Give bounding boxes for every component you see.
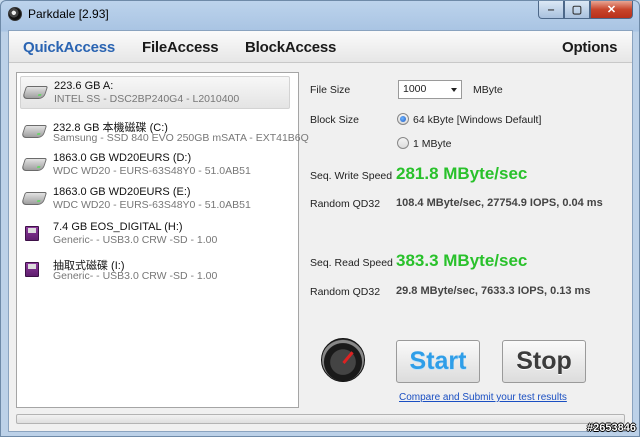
hdd-icon [20,158,48,171]
tab-blockaccess[interactable]: BlockAccess [245,39,336,56]
drive-item[interactable]: 抽取式磁碟 (I:) Generic- - USB3.0 CRW -SD - 1… [20,254,290,287]
drive-item[interactable]: 7.4 GB EOS_DIGITAL (H:) Generic- - USB3.… [20,218,290,251]
block-64k-radio[interactable] [397,113,409,125]
write-speed-label: Seq. Write Speed [310,170,393,182]
file-size-value: 1000 [403,83,427,95]
stop-button[interactable]: Stop [502,340,586,383]
app-logo-icon [8,7,22,21]
drive-name: 1863.0 GB WD20EURS (E:) [53,186,191,198]
drive-item[interactable]: 232.8 GB 本機磁碟 (C:) Samsung - SSD 840 EVO… [20,116,309,149]
usb-icon [25,262,39,277]
read-speed-value: 383.3 MByte/sec [396,251,528,270]
chevron-down-icon [451,88,457,92]
compare-results-link[interactable]: Compare and Submit your test results [399,392,567,403]
drive-name: 1863.0 GB WD20EURS (D:) [53,152,192,164]
app-window: Parkdale [2.93] ‒ ▢ ✕ QuickAccess FileAc… [0,0,640,437]
random-qd32-write-label: Random QD32 [310,198,381,210]
random-qd32-read-label: Random QD32 [310,286,381,298]
random-qd32-read-value: 29.8 MByte/sec, 7633.3 IOPS, 0.13 ms [396,285,591,297]
progress-bar [16,414,625,424]
hdd-icon [21,86,49,99]
block-64k-label[interactable]: 64 kByte [Windows Default] [413,114,541,126]
drive-detail: Generic- - USB3.0 CRW -SD - 1.00 [53,270,218,282]
drive-item[interactable]: 1863.0 GB WD20EURS (D:) WDC WD20 - EURS-… [20,149,290,182]
random-qd32-write-value: 108.4 MByte/sec, 27754.9 IOPS, 0.04 ms [396,197,603,209]
maximize-button[interactable]: ▢ [564,1,590,19]
close-button[interactable]: ✕ [590,1,633,19]
tab-fileaccess[interactable]: FileAccess [142,39,219,56]
drive-detail: Generic- - USB3.0 CRW -SD - 1.00 [53,234,218,246]
block-size-label: Block Size [310,114,360,126]
file-size-label: File Size [310,84,351,96]
block-1m-label[interactable]: 1 MByte [413,138,452,150]
block-1m-radio[interactable] [397,137,409,149]
drive-name: 7.4 GB EOS_DIGITAL (H:) [53,221,183,233]
hdd-icon [20,125,48,138]
start-button[interactable]: Start [396,340,480,383]
usb-icon [25,226,39,241]
drive-item[interactable]: 1863.0 GB WD20EURS (E:) WDC WD20 - EURS-… [20,183,290,216]
file-size-select[interactable]: 1000 [398,80,462,99]
read-speed-label: Seq. Read Speed [310,257,393,269]
drive-detail: WDC WD20 - EURS-63S48Y0 - 51.0AB51 [53,165,251,177]
window-title: Parkdale [2.93] [28,7,109,21]
write-speed-value: 281.8 MByte/sec [396,164,528,183]
drive-list[interactable]: 223.6 GB A: INTEL SS - DSC2BP240G4 - L20… [16,72,309,408]
title-bar[interactable]: Parkdale [2.93] ‒ ▢ ✕ [1,1,639,28]
client-area: QuickAccess FileAccess BlockAccess Optio… [8,30,633,432]
tab-quickaccess[interactable]: QuickAccess [23,39,115,56]
drive-detail: WDC WD20 - EURS-63S48Y0 - 51.0AB51 [53,199,251,211]
drive-detail: Samsung - SSD 840 EVO 250GB mSATA - EXT4… [53,132,309,144]
drive-item[interactable]: 223.6 GB A: INTEL SS - DSC2BP240G4 - L20… [20,76,290,109]
hdd-icon [20,192,48,205]
drive-detail: INTEL SS - DSC2BP240G4 - L2010400 [54,93,240,105]
menu-bar: QuickAccess FileAccess BlockAccess Optio… [9,31,632,63]
minimize-button[interactable]: ‒ [538,1,564,19]
speedometer-icon [321,338,365,382]
watermark-text: #2653846 [587,422,636,434]
window-controls: ‒ ▢ ✕ [538,1,633,19]
drive-name: 223.6 GB A: [54,80,114,92]
options-menu[interactable]: Options [562,39,617,56]
file-size-unit: MByte [473,84,503,96]
